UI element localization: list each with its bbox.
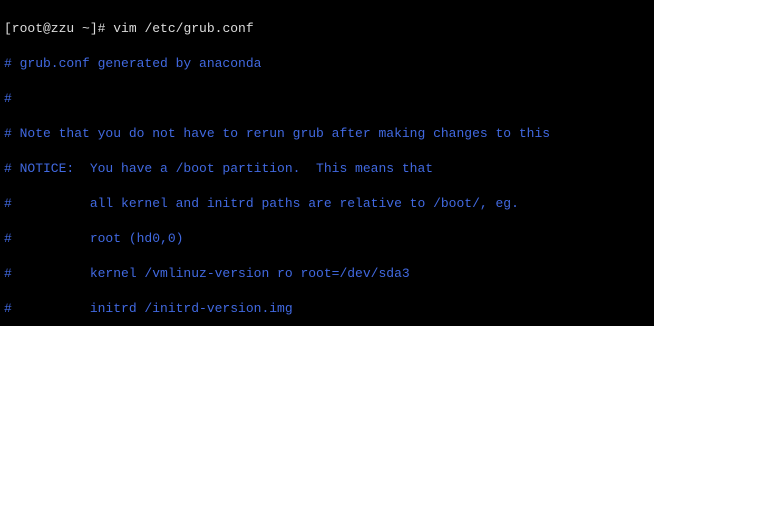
comment-initrd: # initrd /initrd-version.img xyxy=(4,300,650,318)
comment-notice: # NOTICE: You have a /boot partition. Th… xyxy=(4,160,650,178)
comment-root: # root (hd0,0) xyxy=(4,230,650,248)
command-text: vim /etc/grub.conf xyxy=(113,21,253,36)
comment-kernel: # kernel /vmlinuz-version ro root=/dev/s… xyxy=(4,265,650,283)
comment-hash: # xyxy=(4,90,650,108)
prompt-line: [root@zzu ~]# vim /etc/grub.conf xyxy=(4,20,650,38)
comment-generated: # grub.conf generated by anaconda xyxy=(4,55,650,73)
comment-paths: # all kernel and initrd paths are relati… xyxy=(4,195,650,213)
terminal-window[interactable]: [root@zzu ~]# vim /etc/grub.conf # grub.… xyxy=(0,0,654,326)
prompt-user-host: [root@zzu ~]# xyxy=(4,21,105,36)
comment-note: # Note that you do not have to rerun gru… xyxy=(4,125,650,143)
